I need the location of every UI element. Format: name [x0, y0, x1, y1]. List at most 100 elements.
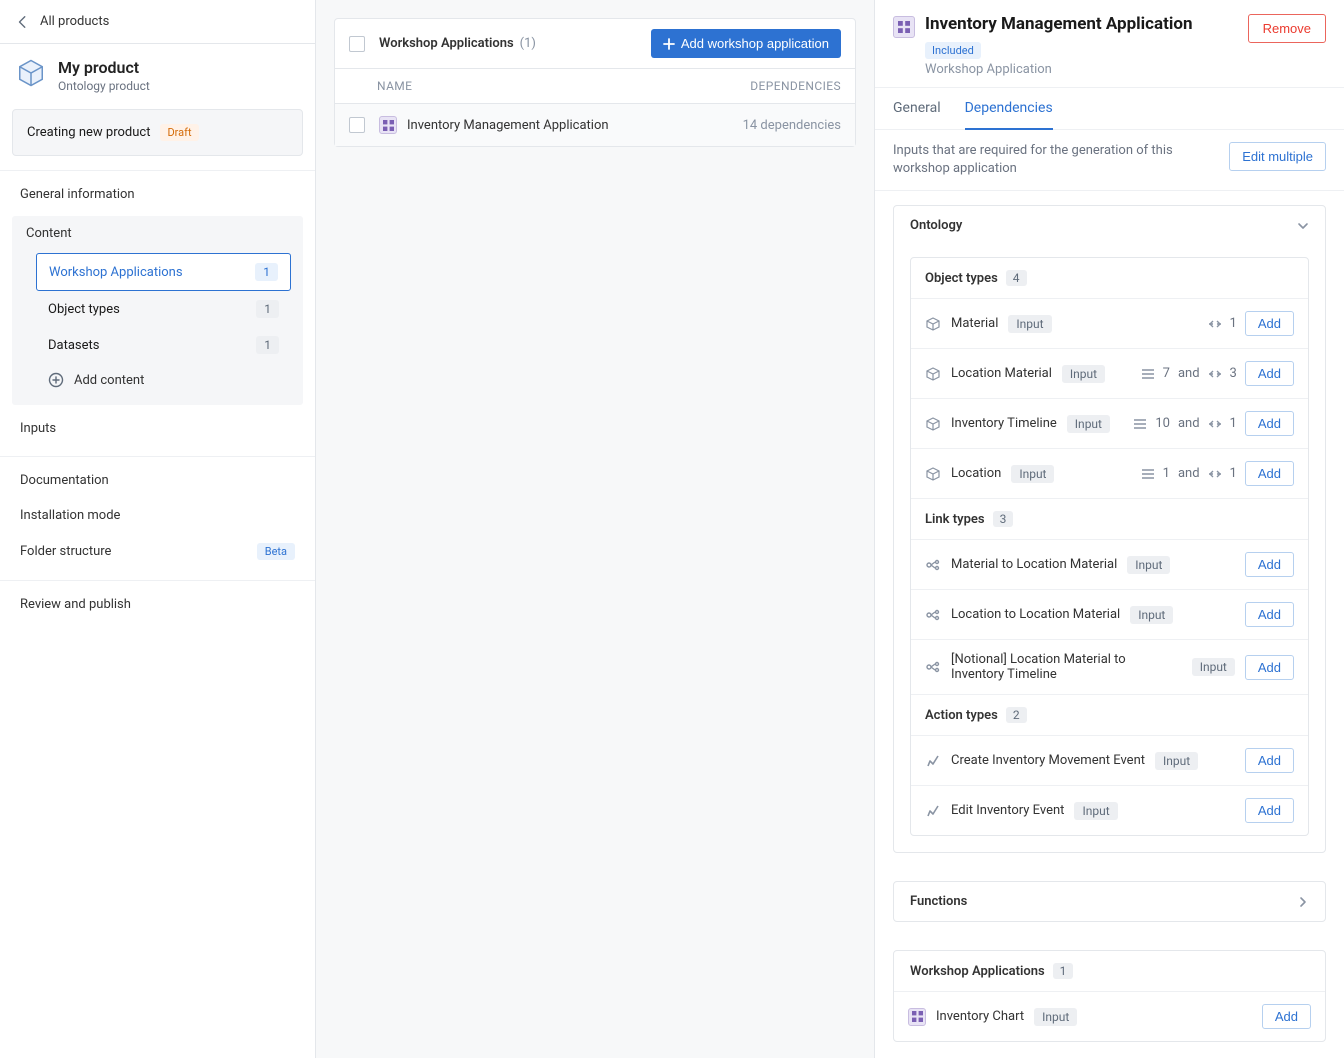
table-header: NAME DEPENDENCIES: [335, 69, 855, 104]
properties-icon: [1141, 468, 1155, 480]
chevron-right-icon: [1297, 896, 1309, 908]
add-button[interactable]: Add: [1245, 798, 1294, 823]
nav-label: Review and publish: [20, 597, 131, 612]
add-button[interactable]: Add: [1245, 361, 1294, 386]
cube-small-icon: [925, 466, 941, 482]
input-badge: Input: [1011, 465, 1054, 483]
tab-general[interactable]: General: [893, 88, 941, 129]
col-name: NAME: [349, 79, 750, 93]
table-row[interactable]: Inventory Management Application 14 depe…: [335, 104, 855, 146]
workshop-app-icon: [379, 116, 397, 134]
links-count: 1: [1230, 316, 1237, 331]
count-badge: 4: [1006, 270, 1027, 286]
dep-name: [Notional] Location Material to Inventor…: [951, 652, 1182, 682]
workshop-apps-header: Workshop Applications 1: [894, 951, 1325, 991]
ontology-body: Object types 4 Material Input 1 Add: [910, 257, 1309, 836]
workshop-app-icon: [908, 1008, 926, 1026]
action-types-header: Action types 2: [911, 694, 1308, 735]
tab-dependencies[interactable]: Dependencies: [965, 88, 1053, 130]
add-button[interactable]: Add: [1245, 655, 1294, 680]
add-workshop-app-button[interactable]: Add workshop application: [651, 29, 841, 58]
sidebar-nav-2: Documentation Installation mode Folder s…: [0, 456, 315, 580]
add-button[interactable]: Add: [1245, 602, 1294, 627]
edit-multiple-button[interactable]: Edit multiple: [1229, 142, 1326, 171]
included-badge: Included: [925, 42, 981, 59]
count-badge: 2: [1006, 707, 1027, 723]
back-label: All products: [40, 14, 109, 29]
details-panel: Inventory Management Application Include…: [874, 0, 1344, 1058]
dep-row-workshop-app: Inventory Chart Input Add: [894, 991, 1325, 1041]
dep-row-action-1: Create Inventory Movement Event Input Ad…: [911, 735, 1308, 785]
nav-general-information[interactable]: General information: [6, 177, 309, 212]
add-button[interactable]: Add: [1245, 748, 1294, 773]
nav-label: Inputs: [20, 421, 56, 436]
plus-circle-icon: [48, 372, 64, 388]
and-text: and: [1178, 366, 1200, 381]
input-badge: Input: [1127, 556, 1170, 574]
input-badge: Input: [1034, 1008, 1077, 1026]
sidebar-item-label: Datasets: [48, 338, 100, 353]
workshop-apps-section: Workshop Applications 1 Inventory Chart …: [893, 950, 1326, 1042]
main-content: Workshop Applications (1) Add workshop a…: [316, 0, 874, 1058]
links-icon: [1208, 318, 1222, 330]
nav-inputs[interactable]: Inputs: [6, 411, 309, 446]
add-button[interactable]: Add: [1245, 311, 1294, 336]
add-button[interactable]: Add: [1245, 461, 1294, 486]
beta-badge: Beta: [257, 543, 295, 560]
select-all-checkbox[interactable]: [349, 36, 365, 52]
chevron-down-icon: [1297, 220, 1309, 232]
links-count: 1: [1230, 416, 1237, 431]
creating-card: Creating new product Draft: [12, 109, 303, 156]
workshop-apps-card: Workshop Applications (1) Add workshop a…: [334, 18, 856, 147]
add-content-button[interactable]: Add content: [36, 363, 291, 397]
nav-folder-structure[interactable]: Folder structure Beta: [6, 533, 309, 570]
functions-section: Functions: [893, 881, 1326, 922]
cube-small-icon: [925, 416, 941, 432]
subsection-title: Action types: [925, 708, 998, 723]
add-button[interactable]: Add: [1262, 1004, 1311, 1029]
nav-content[interactable]: Content: [12, 216, 303, 251]
nav-installation-mode[interactable]: Installation mode: [6, 498, 309, 533]
count-badge: 1: [255, 263, 278, 281]
action-icon: [925, 753, 941, 769]
ontology-toggle[interactable]: Ontology: [894, 206, 1325, 245]
deps-description-row: Inputs that are required for the generat…: [875, 130, 1344, 191]
nav-review-publish[interactable]: Review and publish: [6, 587, 309, 622]
nav-documentation[interactable]: Documentation: [6, 463, 309, 498]
input-badge: Input: [1062, 365, 1105, 383]
sidebar-item-label: Object types: [48, 302, 120, 317]
workshop-app-icon: [893, 16, 915, 38]
link-icon: [925, 607, 941, 623]
back-all-products[interactable]: All products: [0, 0, 315, 44]
functions-toggle[interactable]: Functions: [894, 882, 1325, 921]
sidebar-item-workshop-applications[interactable]: Workshop Applications 1: [36, 253, 291, 291]
dep-name: Material: [951, 316, 998, 331]
dep-name: Location to Location Material: [951, 607, 1120, 622]
input-badge: Input: [1067, 415, 1110, 433]
dep-row-inventory-timeline: Inventory Timeline Input 10 and 1 Add: [911, 398, 1308, 448]
and-text: and: [1178, 416, 1200, 431]
remove-button[interactable]: Remove: [1248, 14, 1326, 43]
row-checkbox[interactable]: [349, 117, 365, 133]
list-header: Workshop Applications (1) Add workshop a…: [335, 19, 855, 69]
add-button[interactable]: Add: [1245, 552, 1294, 577]
add-button[interactable]: Add: [1245, 411, 1294, 436]
dep-name: Inventory Timeline: [951, 416, 1057, 431]
sidebar: All products My product Ontology product…: [0, 0, 316, 1058]
ontology-section: Ontology Object types 4 Material Input: [893, 205, 1326, 853]
product-block: My product Ontology product: [0, 44, 315, 103]
col-dependencies: DEPENDENCIES: [750, 79, 841, 93]
panel-header: Inventory Management Application Include…: [875, 0, 1344, 88]
dep-name: Edit Inventory Event: [951, 803, 1064, 818]
row-deps: 14 dependencies: [743, 118, 841, 133]
dep-row-location-material: Location Material Input 7 and 3 Add: [911, 348, 1308, 398]
cube-small-icon: [925, 366, 941, 382]
properties-icon: [1141, 368, 1155, 380]
dep-row-action-2: Edit Inventory Event Input Add: [911, 785, 1308, 835]
sidebar-item-datasets[interactable]: Datasets 1: [36, 327, 291, 363]
sidebar-item-object-types[interactable]: Object types 1: [36, 291, 291, 327]
product-name: My product: [58, 58, 150, 77]
count-badge: 3: [993, 511, 1014, 527]
nav-label: Installation mode: [20, 508, 120, 523]
links-count: 1: [1230, 466, 1237, 481]
